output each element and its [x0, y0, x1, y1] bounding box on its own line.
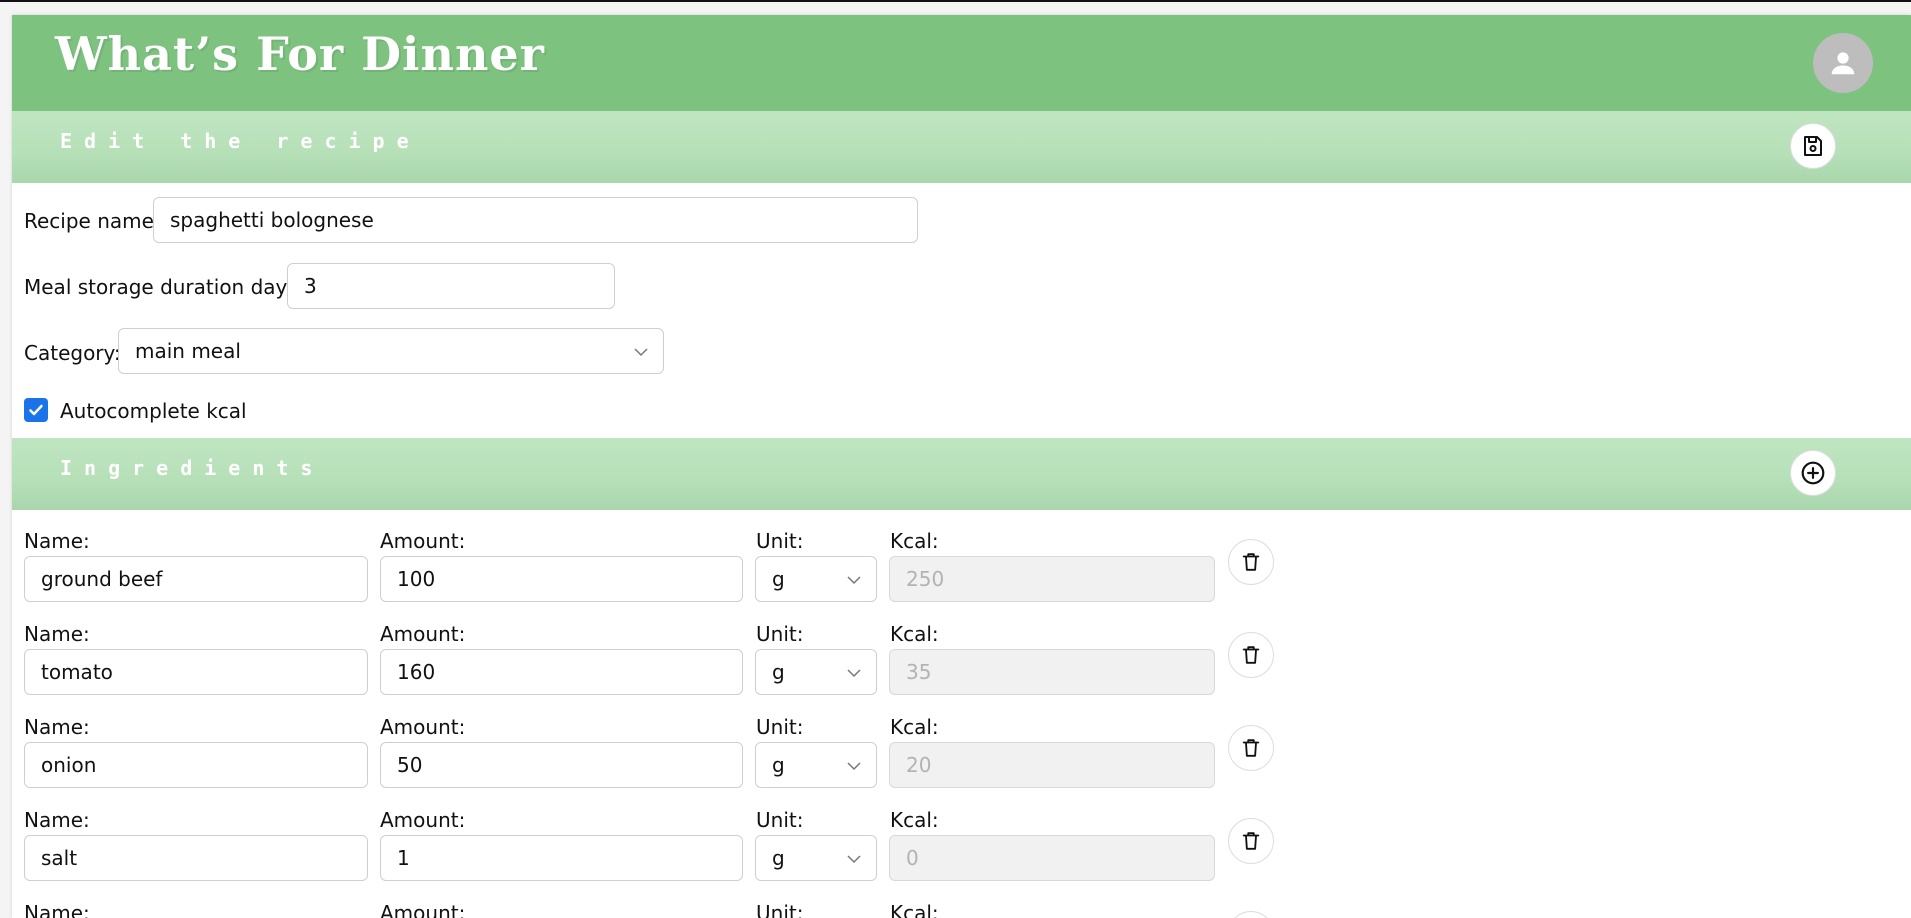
delete-ingredient-button[interactable]	[1228, 911, 1274, 918]
edit-recipe-title: Edit the recipe	[60, 129, 421, 153]
ingredient-amount-input[interactable]	[380, 556, 743, 602]
chevron-down-icon	[847, 855, 861, 864]
ingredient-name-label: Name:	[24, 622, 90, 646]
ingredient-name-label: Name:	[24, 901, 90, 918]
ingredient-unit-select[interactable]: g	[755, 649, 877, 695]
ingredient-name-input[interactable]	[24, 835, 368, 881]
ingredient-unit-select[interactable]: g	[755, 742, 877, 788]
trash-icon	[1242, 646, 1260, 664]
save-button[interactable]	[1790, 123, 1836, 169]
ingredient-unit-value: g	[772, 753, 785, 777]
edit-recipe-bar: Edit the recipe	[12, 111, 1911, 183]
ingredient-name-input[interactable]	[24, 556, 368, 602]
autocomplete-kcal-checkbox[interactable]	[24, 398, 48, 422]
ingredient-kcal-label: Kcal:	[890, 715, 939, 739]
ingredient-amount-label: Amount:	[380, 715, 466, 739]
category-selected-value: main meal	[135, 339, 241, 363]
ingredient-kcal-label: Kcal:	[890, 622, 939, 646]
autocomplete-kcal-label: Autocomplete kcal	[60, 399, 247, 423]
category-label: Category:	[24, 341, 121, 365]
ingredients-title: Ingredients	[60, 456, 325, 480]
ingredient-kcal-input	[889, 835, 1215, 881]
ingredient-unit-value: g	[772, 660, 785, 684]
ingredient-unit-label: Unit:	[756, 529, 804, 553]
app-title: What’s For Dinner	[55, 27, 545, 81]
category-select[interactable]: main meal	[118, 328, 664, 374]
ingredient-unit-select[interactable]: g	[755, 556, 877, 602]
ingredient-kcal-label: Kcal:	[890, 901, 939, 918]
ingredient-unit-label: Unit:	[756, 901, 804, 918]
chevron-down-icon	[634, 348, 648, 357]
delete-ingredient-button[interactable]	[1228, 818, 1274, 864]
app-container: What’s For Dinner Edit the recipe Recipe…	[12, 15, 1911, 918]
storage-duration-input[interactable]	[287, 263, 615, 309]
check-icon	[29, 404, 43, 416]
ingredient-kcal-label: Kcal:	[890, 808, 939, 832]
trash-icon	[1242, 739, 1260, 757]
app-header: What’s For Dinner	[12, 15, 1911, 111]
storage-duration-label: Meal storage duration days:	[24, 275, 305, 299]
ingredient-name-label: Name:	[24, 529, 90, 553]
ingredient-unit-value: g	[772, 567, 785, 591]
plus-circle-icon	[1801, 461, 1825, 485]
delete-ingredient-button[interactable]	[1228, 632, 1274, 678]
delete-ingredient-button[interactable]	[1228, 725, 1274, 771]
person-icon	[1831, 52, 1855, 75]
ingredient-unit-label: Unit:	[756, 808, 804, 832]
ingredient-amount-label: Amount:	[380, 529, 466, 553]
ingredient-kcal-input	[889, 742, 1215, 788]
recipe-name-label: Recipe name:	[24, 209, 161, 233]
ingredient-kcal-input	[889, 556, 1215, 602]
ingredient-amount-input[interactable]	[380, 742, 743, 788]
window-top-border	[0, 0, 1911, 2]
ingredients-bar: Ingredients	[12, 438, 1911, 510]
ingredient-amount-input[interactable]	[380, 835, 743, 881]
floppy-disk-icon	[1804, 136, 1822, 156]
avatar[interactable]	[1813, 33, 1873, 93]
ingredient-unit-label: Unit:	[756, 622, 804, 646]
ingredient-unit-value: g	[772, 846, 785, 870]
add-ingredient-button[interactable]	[1790, 450, 1836, 496]
ingredient-name-input[interactable]	[24, 649, 368, 695]
ingredient-unit-label: Unit:	[756, 715, 804, 739]
ingredient-kcal-input	[889, 649, 1215, 695]
chevron-down-icon	[847, 669, 861, 678]
delete-ingredient-button[interactable]	[1228, 539, 1274, 585]
ingredient-amount-label: Amount:	[380, 901, 466, 918]
ingredient-amount-label: Amount:	[380, 808, 466, 832]
ingredient-unit-select[interactable]: g	[755, 835, 877, 881]
ingredient-kcal-label: Kcal:	[890, 529, 939, 553]
ingredient-name-input[interactable]	[24, 742, 368, 788]
trash-icon	[1242, 553, 1260, 571]
trash-icon	[1242, 832, 1260, 850]
chevron-down-icon	[847, 576, 861, 585]
ingredient-amount-input[interactable]	[380, 649, 743, 695]
ingredient-name-label: Name:	[24, 808, 90, 832]
chevron-down-icon	[847, 762, 861, 771]
ingredient-amount-label: Amount:	[380, 622, 466, 646]
recipe-name-input[interactable]	[153, 197, 918, 243]
ingredient-name-label: Name:	[24, 715, 90, 739]
